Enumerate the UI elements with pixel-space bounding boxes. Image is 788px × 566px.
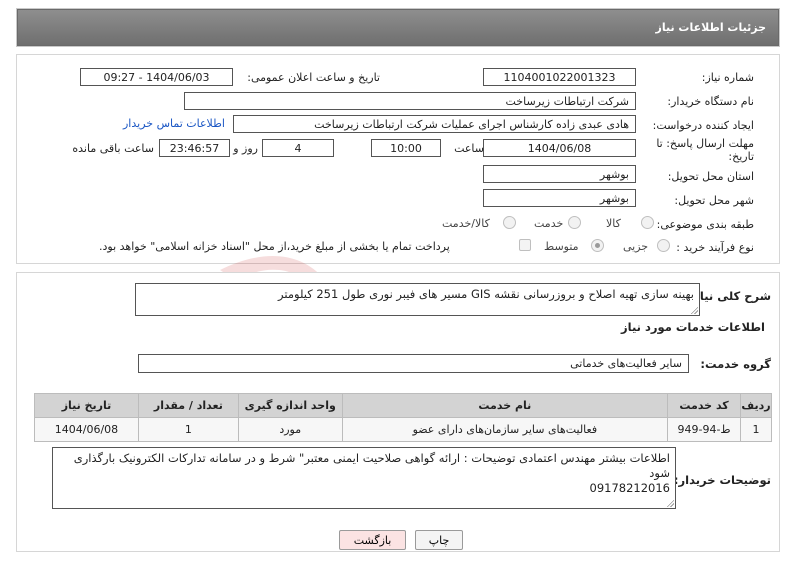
- back-button[interactable]: بازگشت: [339, 530, 406, 550]
- col-row-header: ردیف: [740, 393, 772, 418]
- announce-datetime-label: تاریخ و ساعت اعلان عمومی:: [247, 71, 380, 84]
- days-label: روز و: [233, 142, 258, 155]
- resize-grip-icon[interactable]: [666, 499, 674, 507]
- category-service-radio[interactable]: [568, 216, 581, 229]
- cell-name: فعالیت‌های سایر سازمان‌های دارای عضو: [341, 417, 669, 442]
- category-goods-label: کالا: [606, 217, 621, 230]
- summary-textarea[interactable]: بهینه سازی تهیه اصلاح و بروزرسانی نقشه G…: [135, 283, 700, 316]
- province-label: استان محل تحویل:: [667, 170, 754, 183]
- city-field: بوشهر: [483, 189, 636, 207]
- process-minor-label: جزیی: [623, 240, 649, 253]
- services-title: اطلاعات خدمات مورد نیاز: [621, 320, 765, 334]
- process-type-label: نوع فرآیند خرید :: [676, 241, 754, 254]
- resize-grip-icon[interactable]: [690, 306, 698, 314]
- city-label: شهر محل تحویل:: [674, 194, 754, 207]
- buyer-contact-link[interactable]: اطلاعات تماس خریدار: [123, 117, 225, 130]
- cell-qty: 1: [137, 417, 239, 442]
- category-goods-radio[interactable]: [641, 216, 654, 229]
- col-name-header: نام خدمت: [341, 393, 669, 418]
- announce-datetime-field: 1404/06/03 - 09:27: [80, 68, 233, 86]
- category-goods-service-radio[interactable]: [503, 216, 516, 229]
- col-code-header: کد خدمت: [667, 393, 742, 418]
- services-table-header: ردیف کد خدمت نام خدمت واحد اندازه گیری ت…: [34, 393, 772, 418]
- category-label: طبقه بندی موضوعی:: [656, 218, 754, 231]
- creator-label: ایجاد کننده درخواست:: [652, 119, 754, 132]
- panel-title: جزئیات اطلاعات نیاز: [17, 9, 779, 46]
- deadline-time-label: ساعت: [454, 142, 484, 155]
- need-number-field: 1104001022001323: [483, 68, 636, 86]
- summary-label: شرح کلی نیاز:: [688, 289, 771, 303]
- process-medium-label: متوسط: [544, 240, 579, 253]
- service-group-field: سایر فعالیت‌های خدماتی: [138, 354, 689, 373]
- details-panel: جزئیات اطلاعات نیاز: [16, 8, 780, 47]
- col-unit-header: واحد اندازه گیری: [237, 393, 343, 418]
- print-button[interactable]: چاپ: [415, 530, 463, 550]
- service-group-label: گروه خدمت:: [700, 357, 771, 371]
- process-minor-radio[interactable]: [657, 239, 670, 252]
- category-service-label: خدمت: [534, 217, 564, 230]
- cell-unit: مورد: [237, 417, 343, 442]
- deadline-time-field: 10:00: [371, 139, 441, 157]
- remaining-time-label: ساعت باقی مانده: [72, 142, 154, 155]
- col-qty-header: تعداد / مقدار: [137, 393, 239, 418]
- buyer-notes-textarea[interactable]: اطلاعات بیشتر مهندس اعتمادی توضیحات : ار…: [52, 447, 676, 509]
- category-goods-service-label: کالا/خدمت: [442, 217, 490, 230]
- process-medium-radio[interactable]: [591, 239, 604, 252]
- deadline-date-label: تاریخ:: [728, 150, 754, 163]
- cell-date: 1404/06/08: [34, 417, 139, 442]
- buyer-notes-label: توضیحات خریدار:: [673, 473, 771, 487]
- deadline-label: مهلت ارسال پاسخ: تا: [656, 137, 754, 150]
- cell-row: 1: [740, 417, 772, 442]
- buyer-org-field: شرکت ارتباطات زیرساخت: [184, 92, 636, 110]
- treasury-payment-note: پرداخت تمام یا بخشی از مبلغ خرید،از محل …: [99, 240, 450, 253]
- need-number-label: شماره نیاز:: [701, 71, 754, 84]
- remaining-time-field: 23:46:57: [159, 139, 230, 157]
- cell-code: ط-94-949: [667, 417, 742, 442]
- buyer-notes-phone: 09178212016: [589, 481, 670, 495]
- summary-text: بهینه سازی تهیه اصلاح و بروزرسانی نقشه G…: [278, 287, 694, 301]
- col-date-header: تاریخ نیاز: [34, 393, 139, 418]
- buyer-notes-text: اطلاعات بیشتر مهندس اعتمادی توضیحات : ار…: [73, 451, 670, 480]
- services-table: ردیف کد خدمت نام خدمت واحد اندازه گیری ت…: [34, 393, 772, 442]
- province-field: بوشهر: [483, 165, 636, 183]
- buyer-org-label: نام دستگاه خریدار:: [667, 95, 754, 108]
- deadline-date-field: 1404/06/08: [483, 139, 636, 157]
- treasury-payment-checkbox[interactable]: [519, 239, 531, 251]
- remaining-days-field: 4: [262, 139, 334, 157]
- creator-field: هادی عبدی زاده کارشناس اجرای عملیات شرکت…: [233, 115, 636, 133]
- table-row: 1 ط-94-949 فعالیت‌های سایر سازمان‌های دا…: [34, 417, 772, 442]
